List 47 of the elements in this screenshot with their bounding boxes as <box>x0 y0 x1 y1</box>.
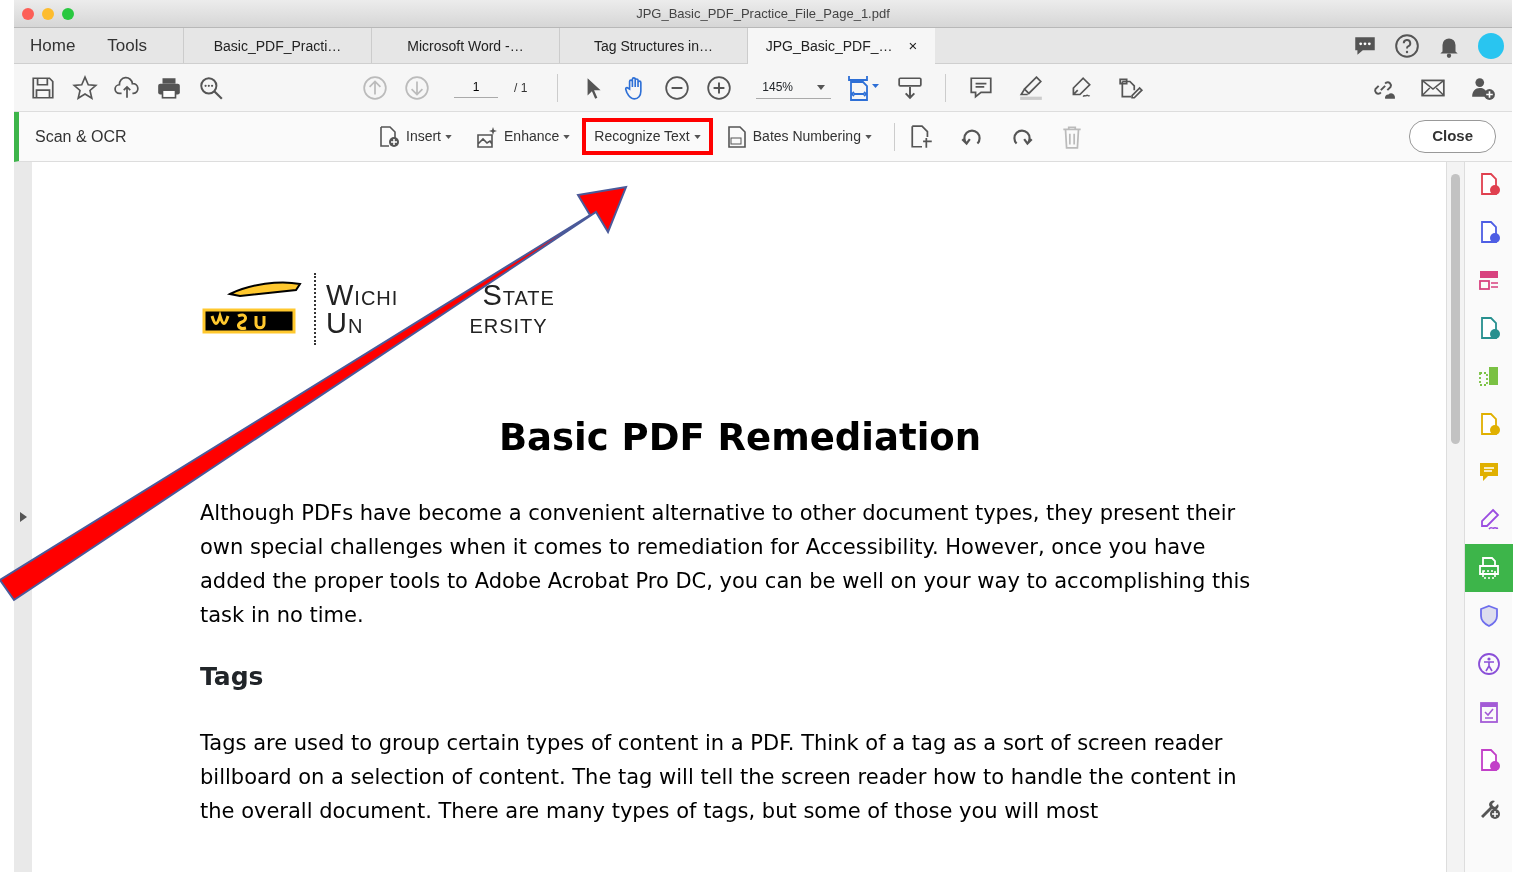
logo-text: Wichi <box>326 281 399 309</box>
section-heading: Tags <box>200 662 265 693</box>
caret-icon <box>445 134 452 139</box>
document-tab[interactable]: Microsoft Word -… <box>407 28 524 63</box>
zoom-dropdown[interactable]: 145% <box>756 76 832 99</box>
toolbar-dropdown[interactable]: Recognize Text <box>586 122 709 151</box>
expand-panel-icon[interactable] <box>19 512 27 522</box>
window-title: JPG_Basic_PDF_Practice_File_Page_1.pdf <box>636 4 890 23</box>
save-icon[interactable] <box>30 74 56 101</box>
zoom-in-icon[interactable] <box>706 74 733 101</box>
caret-icon <box>693 134 701 139</box>
caret-icon <box>563 134 571 139</box>
star-icon[interactable] <box>72 74 98 101</box>
document-paragraph: Although PDFs have become a convenient alternative to other document types, they present their own special challenges when it comes to remediation for Accessibility. However, once you have added the proper tools to Adobe Acrobat Pro DC, you can be well on your way to accomplishing this task in no time. <box>200 500 1252 630</box>
page-total: / 1 <box>514 79 528 97</box>
zoom-out-icon[interactable] <box>664 74 691 101</box>
close-tab-icon[interactable]: × <box>908 29 918 63</box>
caret-icon <box>817 84 826 90</box>
document-tab[interactable]: JPG_Basic_PDF_… <box>765 29 893 63</box>
caret-icon <box>864 134 872 139</box>
document-heading: Basic PDF Remediation <box>497 416 983 461</box>
search-icon[interactable] <box>198 74 224 101</box>
insert-page-icon <box>378 124 402 149</box>
document-paragraph: Tags are used to group certain types of content in a PDF. Think of a tag as a sort of screen reader billboard on a selection of content. The tag will tell the screen reader how to handle the content in the overall document. There are many types of tags, but some of those you will most <box>200 730 1238 826</box>
cloud-upload-icon[interactable] <box>114 74 140 101</box>
scrollbar[interactable] <box>1446 162 1464 872</box>
scanner-icon[interactable] <box>1476 556 1501 580</box>
logo-text: State <box>482 281 555 309</box>
highlighter-icon[interactable] <box>1018 74 1045 101</box>
toolbar-dropdown[interactable]: Insert <box>370 120 460 153</box>
form-icon[interactable] <box>1476 268 1501 292</box>
accessibility-icon[interactable] <box>1476 652 1501 676</box>
document-tab[interactable]: Tag Structures in… <box>593 28 714 63</box>
help-icon[interactable] <box>1394 32 1420 59</box>
logo-text: Un <box>326 309 364 337</box>
page-number-field[interactable]: 1 <box>454 77 498 98</box>
crop-page-icon[interactable] <box>908 123 935 150</box>
tool-title: Scan & OCR <box>35 126 128 147</box>
toolbar-dropdown[interactable]: Bates Numbering <box>716 120 880 153</box>
toolbar-dropdown[interactable]: Enhance <box>468 120 579 153</box>
logo-text: ersity <box>469 309 548 337</box>
close-button[interactable]: Close <box>1409 120 1496 153</box>
nav-tab[interactable]: Home <box>14 28 92 63</box>
comment-icon[interactable] <box>968 74 995 101</box>
document-tab[interactable]: Basic_PDF_Practi… <box>213 28 342 63</box>
fit-page-icon[interactable] <box>847 73 882 102</box>
nav-tab[interactable]: Tools <box>91 28 164 63</box>
